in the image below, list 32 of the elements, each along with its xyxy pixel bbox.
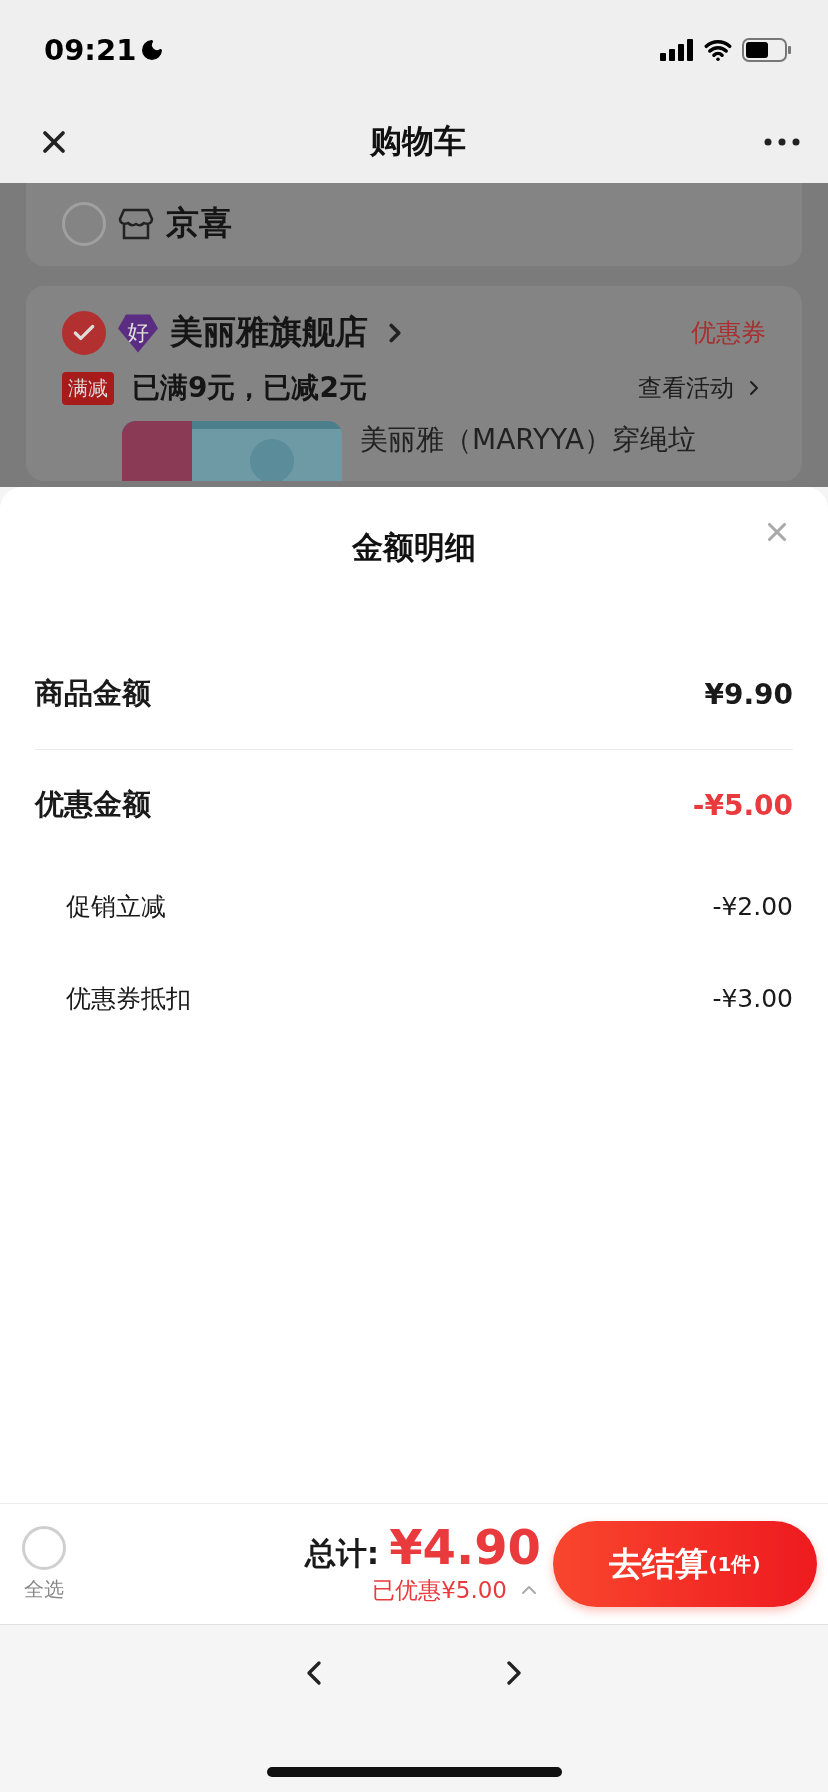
store-name[interactable]: 京喜 [166, 201, 232, 246]
store-icon [118, 206, 154, 241]
promo-text: 已满9元，已减2元 [132, 370, 367, 406]
amount-value: -¥2.00 [712, 891, 793, 921]
amount-value: -¥5.00 [692, 788, 793, 822]
checkbox[interactable] [62, 310, 106, 355]
promo-tag: 满减 [62, 371, 114, 405]
amount-value: -¥3.00 [712, 983, 793, 1013]
product-title[interactable]: 美丽雅（MARYYA）穿绳垃 [360, 421, 697, 459]
more-button[interactable] [764, 137, 800, 146]
checkbox[interactable] [62, 201, 106, 246]
status-time: 09:21 [44, 33, 137, 67]
total-label: 总计: [304, 1533, 380, 1573]
amount-label: 优惠金额 [35, 786, 151, 823]
battery-icon [742, 38, 792, 62]
amount-label: 商品金额 [35, 675, 151, 712]
discount-summary[interactable]: 已优惠¥5.00 [372, 1574, 507, 1606]
moon-icon [140, 38, 165, 62]
select-all-checkbox[interactable] [22, 1525, 66, 1570]
more-icon [764, 137, 800, 146]
total-amount: ¥4.90 [389, 1522, 541, 1571]
amount-label: 优惠券抵扣 [66, 982, 191, 1015]
view-activity-link[interactable]: 查看活动 [638, 372, 766, 404]
select-all-label: 全选 [24, 1575, 64, 1603]
sheet-title: 金额明细 [352, 528, 476, 567]
store-name[interactable]: 美丽雅旗舰店 [170, 310, 368, 355]
signal-icon [660, 39, 694, 61]
amount-value: ¥9.90 [704, 677, 793, 711]
checkout-button[interactable]: 去结算(1件) [553, 1521, 817, 1607]
amount-label: 促销立减 [66, 890, 166, 923]
store-badge: 好 [118, 312, 158, 353]
page-title: 购物车 [370, 120, 466, 162]
